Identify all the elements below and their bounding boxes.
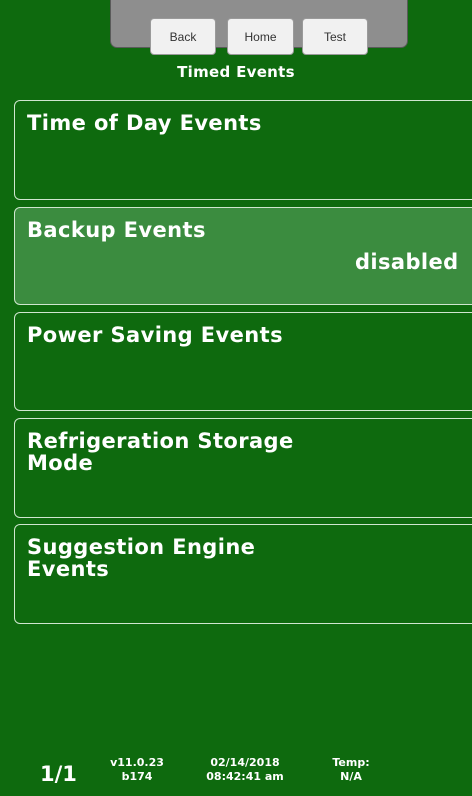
menu-item-label: Suggestion Engine Events — [27, 535, 256, 581]
version-text: v11.0.23 — [110, 756, 164, 769]
menu-item-label: Refrigeration Storage Mode — [27, 429, 294, 475]
menu-item-refrigeration-storage-mode[interactable]: Refrigeration Storage Mode — [14, 418, 472, 518]
version-info: v11.0.23 b174 — [104, 756, 170, 784]
menu-item-power-saving-events[interactable]: Power Saving Events — [14, 312, 472, 411]
menu-item-label: Backup Events — [27, 218, 206, 242]
menu-item-label: Power Saving Events — [27, 323, 283, 347]
status-footer: 1/1 v11.0.23 b174 02/14/2018 08:42:41 am… — [0, 752, 472, 796]
status-text: disabled — [355, 250, 459, 274]
home-button[interactable]: Home — [227, 18, 294, 55]
time-text: 08:42:41 am — [206, 770, 284, 783]
menu-item-label: Time of Day Events — [27, 111, 262, 135]
temp-label: Temp: — [332, 756, 370, 769]
menu-item-backup-events[interactable]: Backup Events disabled — [14, 207, 472, 305]
date-text: 02/14/2018 — [210, 756, 280, 769]
temp-value: N/A — [340, 770, 362, 783]
menu-item-time-of-day-events[interactable]: Time of Day Events — [14, 100, 472, 200]
test-button[interactable]: Test — [302, 18, 368, 55]
build-text: b174 — [121, 770, 153, 783]
menu-item-suggestion-engine-events[interactable]: Suggestion Engine Events — [14, 524, 472, 624]
datetime-info: 02/14/2018 08:42:41 am — [196, 756, 294, 784]
page-indicator: 1/1 — [40, 762, 77, 786]
back-button[interactable]: Back — [150, 18, 216, 55]
temperature-info: Temp: N/A — [326, 756, 376, 784]
page-title: Timed Events — [177, 63, 295, 81]
